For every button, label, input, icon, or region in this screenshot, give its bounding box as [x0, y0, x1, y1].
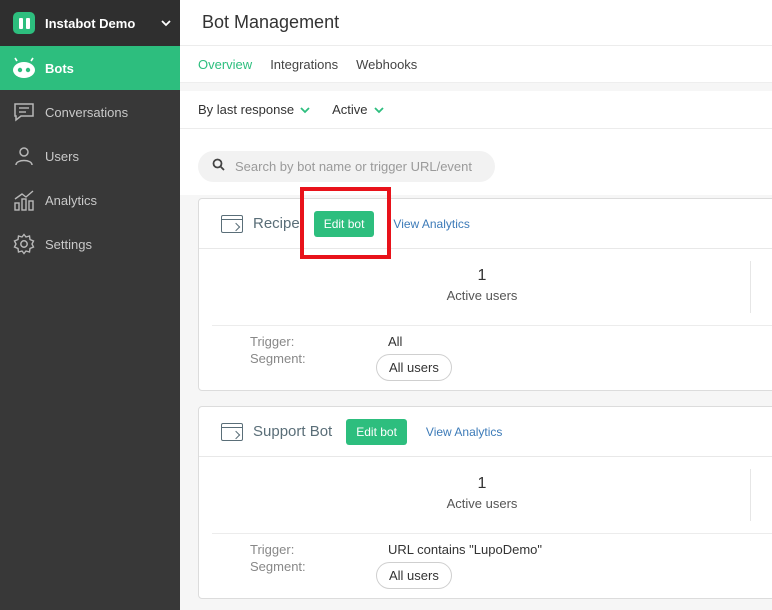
segment-pill[interactable]: All users [376, 562, 452, 589]
chevron-down-icon[interactable] [152, 19, 180, 27]
tab-integrations[interactable]: Integrations [270, 57, 338, 72]
active-users-label: Active users [446, 496, 518, 511]
segment-pill[interactable]: All users [376, 354, 452, 381]
bot-icon [12, 56, 36, 80]
instabot-logo-icon [13, 12, 35, 34]
sidebar-item-settings[interactable]: Settings [0, 222, 180, 266]
search-section [180, 129, 772, 195]
status-dropdown-label: Active [332, 102, 368, 117]
bot-card: Recipe Edit bot View Analytics 1 Active … [198, 198, 772, 391]
search-input[interactable] [235, 159, 485, 174]
gear-icon [12, 232, 36, 256]
view-analytics-link[interactable]: View Analytics [393, 217, 469, 231]
status-dropdown[interactable]: Active [332, 102, 384, 117]
active-users-count: 1 [477, 475, 487, 492]
main-content: Bot Management Overview Integrations Web… [180, 0, 772, 610]
chevron-down-icon [373, 102, 384, 117]
sort-dropdown[interactable]: By last response [198, 102, 310, 117]
segment-label: Segment: [250, 559, 306, 574]
sidebar-item-label: Users [45, 148, 79, 164]
sidebar-item-label: Bots [45, 60, 74, 76]
analytics-icon [12, 188, 36, 212]
trigger-value: URL contains "LupoDemo" [388, 542, 542, 557]
active-users-label: Active users [446, 288, 518, 303]
bot-window-icon [221, 422, 243, 441]
trigger-value: All [388, 334, 403, 349]
trigger-label: Trigger: [250, 334, 295, 349]
bot-stats: 1 Active users [212, 457, 772, 534]
bot-window-icon [221, 214, 243, 233]
page-title: Bot Management [202, 12, 340, 32]
sort-dropdown-label: By last response [198, 102, 295, 117]
filter-bar: By last response Active [180, 91, 772, 129]
trigger-label: Trigger: [250, 542, 295, 557]
bot-card-header: Support Bot Edit bot View Analytics [199, 407, 772, 457]
sidebar-item-label: Conversations [45, 104, 129, 120]
stat-divider [750, 469, 751, 521]
active-users-count: 1 [477, 267, 487, 284]
chevron-down-icon [300, 102, 310, 117]
tab-bar: Overview Integrations Webhooks [180, 46, 772, 83]
user-icon [12, 144, 36, 168]
bot-card: Support Bot Edit bot View Analytics 1 Ac… [198, 406, 772, 599]
tab-webhooks[interactable]: Webhooks [356, 57, 417, 72]
sidebar-item-analytics[interactable]: Analytics [0, 178, 180, 222]
segment-label: Segment: [250, 351, 306, 366]
bot-stats: 1 Active users [212, 249, 772, 326]
sidebar-item-label: Analytics [45, 192, 98, 208]
stat-divider [750, 261, 751, 313]
sidebar-item-label: Settings [45, 236, 92, 252]
sidebar: Instabot Demo Bots Conversations Users A… [0, 0, 180, 610]
sidebar-item-bots[interactable]: Bots [0, 46, 180, 90]
tab-overview[interactable]: Overview [198, 57, 252, 72]
bot-name[interactable]: Recipe [253, 215, 300, 232]
bot-meta: Trigger: URL contains "LupoDemo" Segment… [199, 534, 772, 598]
view-analytics-link[interactable]: View Analytics [426, 425, 502, 439]
workspace-switcher[interactable]: Instabot Demo [0, 0, 180, 46]
sidebar-item-conversations[interactable]: Conversations [0, 90, 180, 134]
search-box [198, 151, 495, 182]
edit-bot-button[interactable]: Edit bot [346, 418, 407, 445]
page-header: Bot Management [180, 0, 772, 46]
chat-icon [12, 100, 36, 124]
highlight-box [300, 187, 391, 259]
search-icon [212, 158, 225, 176]
bot-meta: Trigger: All Segment: All users [199, 326, 772, 390]
bot-name[interactable]: Support Bot [253, 423, 332, 440]
sidebar-item-users[interactable]: Users [0, 134, 180, 178]
workspace-name: Instabot Demo [45, 15, 136, 31]
bot-card-header: Recipe Edit bot View Analytics [199, 199, 772, 249]
